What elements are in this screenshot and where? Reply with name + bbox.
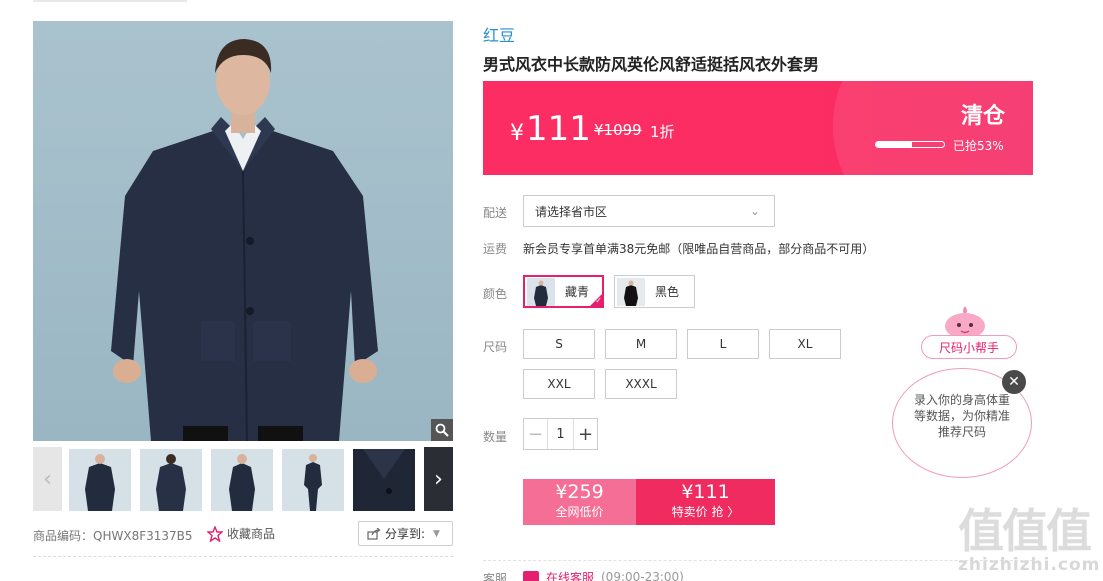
divider [483, 560, 1033, 561]
divider [33, 556, 453, 557]
color-label: 颜色 [483, 287, 508, 301]
size-option-xxxl[interactable]: XXXL [605, 369, 677, 399]
delivery-label: 配送 [483, 206, 508, 220]
sale-price: ¥111 [681, 481, 730, 503]
size-option-s[interactable]: S [523, 329, 595, 359]
size-label: 尺码 [483, 340, 508, 354]
zoom-button[interactable] [431, 419, 453, 441]
product-title: 男式风衣中长款防风英伦风舒适挺括风衣外套男 [483, 55, 820, 74]
sold-progress-bar [875, 141, 945, 148]
price-banner: ¥111 ¥1099 1折 清仓 已抢53% [483, 81, 1033, 175]
size-helper-tag[interactable]: 尺码小帮手 [921, 335, 1017, 359]
chevron-down-icon: ▼ [433, 528, 440, 539]
chevron-down-icon: ⌄ [749, 204, 760, 218]
goods-code: 商品编码：QHWX8F3137B5 [33, 527, 193, 544]
sold-progress-fill [876, 142, 913, 147]
size-option-l[interactable]: L [687, 329, 759, 359]
star-outline-icon [207, 525, 223, 542]
close-icon[interactable]: ✕ [1002, 370, 1026, 394]
thumbnail-item[interactable] [140, 449, 202, 511]
current-price-value: 111 [526, 109, 591, 149]
share-label: 分享到: [385, 527, 426, 541]
region-select[interactable]: 请选择省市区 ⌄ [523, 195, 775, 227]
thumbnail-item[interactable] [282, 449, 344, 511]
color-swatch-image [617, 277, 645, 306]
favorite-button[interactable]: 收藏商品 [207, 525, 275, 542]
shipping-label: 运费 [483, 242, 508, 256]
current-price: ¥111 [510, 109, 591, 149]
color-swatch-image [527, 277, 555, 306]
chevron-left-icon: ‹ [43, 466, 52, 492]
quantity-stepper: − 1 + [523, 418, 598, 450]
market-price: ¥259 [555, 481, 604, 503]
watermark-logo: 值值值 [958, 504, 1092, 558]
size-option-xxl[interactable]: XXL [523, 369, 595, 399]
color-option-black[interactable]: 黑色 [614, 275, 695, 308]
quantity-value[interactable]: 1 [548, 419, 573, 449]
size-helper-text: 录入你的身高体重等数据，为你精准推荐尺码 [913, 393, 1010, 439]
thumbnail-next-button[interactable]: › [424, 447, 453, 511]
sold-progress-text: 已抢53% [953, 139, 1004, 153]
shipping-text: 新会员专享首单满38元免邮（限唯品自营商品，部分商品不可用） [523, 242, 875, 256]
market-price-label: 全网低价 [555, 505, 604, 519]
size-option-xl[interactable]: XL [769, 329, 841, 359]
thumbnail-strip: ‹ › [33, 447, 453, 511]
quantity-increase-button[interactable]: + [573, 419, 597, 449]
service-hours: (09:00-23:00) [601, 570, 684, 581]
size-option-m[interactable]: M [605, 329, 677, 359]
discount-label: 1折 [650, 123, 675, 141]
check-icon: ✓ [595, 296, 602, 305]
share-icon [367, 527, 381, 540]
thumbnail-item[interactable] [353, 449, 415, 511]
share-button[interactable]: 分享到: ▼ [358, 521, 453, 546]
color-option-label: 藏青 [565, 285, 590, 299]
magnifier-icon [435, 423, 449, 437]
clearance-label: 清仓 [960, 104, 1005, 129]
top-divider [33, 0, 187, 2]
favorite-label: 收藏商品 [227, 527, 276, 541]
watermark: 值值值 zhizhizhi.com [952, 495, 1102, 581]
original-price: ¥1099 [594, 121, 642, 139]
thumbnail-item[interactable] [211, 449, 273, 511]
quantity-decrease-button[interactable]: − [524, 419, 548, 449]
color-option-label: 黑色 [655, 285, 680, 299]
goods-code-value: QHWX8F3137B5 [93, 529, 193, 543]
market-price-box: ¥259 全网低价 [523, 479, 636, 525]
chat-icon [523, 571, 539, 581]
currency-symbol: ¥ [510, 121, 524, 146]
thumbnail-prev-button[interactable]: ‹ [33, 447, 62, 511]
quantity-label: 数量 [483, 430, 508, 444]
chevron-right-icon: › [434, 466, 443, 492]
goods-code-label: 商品编码： [33, 529, 94, 543]
color-option-navy[interactable]: 藏青 ✓ [523, 275, 604, 308]
buy-now-button[interactable]: ¥111 特卖价 抢 〉 [636, 479, 775, 525]
service-label: 客服 [483, 572, 508, 581]
buy-now-label: 特卖价 抢 〉 [671, 505, 740, 519]
main-product-image[interactable] [33, 21, 453, 441]
online-service-link[interactable]: 在线客服 [546, 569, 594, 581]
thumbnail-item[interactable] [69, 449, 131, 511]
product-meta-row: 商品编码：QHWX8F3137B5 收藏商品 分享到: ▼ [33, 521, 453, 547]
brand-link[interactable]: 红豆 [483, 22, 515, 46]
watermark-url: zhizhizhi.com [958, 555, 1101, 575]
region-select-value: 请选择省市区 [535, 204, 608, 219]
